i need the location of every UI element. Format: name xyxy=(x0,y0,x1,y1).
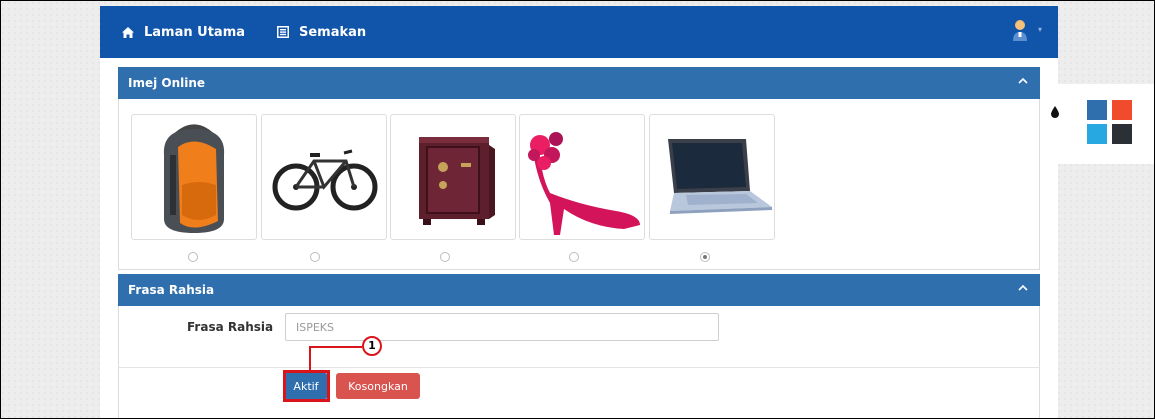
activate-button[interactable]: Aktif xyxy=(284,373,328,399)
radio-high-heel[interactable] xyxy=(569,252,579,262)
chevron-up-icon[interactable] xyxy=(1018,284,1028,291)
radio-bicycle[interactable] xyxy=(310,252,320,262)
list-icon xyxy=(277,26,289,38)
high-heel-image xyxy=(528,132,640,235)
callout-line-horizontal xyxy=(309,346,362,348)
laptop-image xyxy=(668,139,772,214)
safe-image xyxy=(419,137,495,225)
user-menu-caret-icon[interactable]: ▾ xyxy=(1038,25,1042,34)
user-icon xyxy=(1013,20,1027,41)
radio-safe[interactable] xyxy=(440,252,450,262)
theme-swatch-3[interactable] xyxy=(1087,124,1107,144)
page-container: Laman Utama Semakan ▾ Imej Online Frasa … xyxy=(100,6,1058,419)
phrase-panel-title: Frasa Rahsia xyxy=(128,283,215,297)
nav-check-label: Semakan xyxy=(299,24,367,40)
image-panel-title: Imej Online xyxy=(128,76,206,90)
theme-swatch-1[interactable] xyxy=(1087,100,1107,120)
form-actions-area xyxy=(118,367,1040,419)
image-panel-header[interactable]: Imej Online xyxy=(118,67,1040,99)
phrase-panel-header[interactable]: Frasa Rahsia xyxy=(118,274,1040,306)
callout-number-badge: 1 xyxy=(362,336,382,356)
radio-backpack[interactable] xyxy=(188,252,198,262)
callout-line-vertical xyxy=(309,346,311,371)
backpack-image xyxy=(163,124,225,233)
nav-check[interactable]: Semakan xyxy=(277,23,366,41)
image-high-heel[interactable] xyxy=(519,114,645,240)
chevron-up-icon[interactable] xyxy=(1018,77,1028,84)
nav-home[interactable]: Laman Utama xyxy=(122,23,245,41)
home-icon xyxy=(122,26,134,38)
bicycle-image xyxy=(272,149,378,211)
nav-home-label: Laman Utama xyxy=(144,24,246,40)
phrase-input[interactable] xyxy=(285,313,719,341)
theme-swatch-2[interactable] xyxy=(1112,100,1132,120)
radio-laptop[interactable] xyxy=(700,252,710,262)
image-bicycle[interactable] xyxy=(261,114,387,240)
image-laptop[interactable] xyxy=(649,114,775,240)
clear-button[interactable]: Kosongkan xyxy=(336,373,420,399)
theme-color-widget xyxy=(1040,84,1155,164)
phrase-field-label: Frasa Rahsia xyxy=(187,320,274,334)
color-drop-icon[interactable] xyxy=(1051,106,1059,118)
image-safe[interactable] xyxy=(390,114,516,240)
image-backpack[interactable] xyxy=(131,114,257,240)
top-navbar: Laman Utama Semakan ▾ xyxy=(100,6,1058,58)
user-avatar[interactable] xyxy=(1012,19,1028,41)
theme-swatch-4[interactable] xyxy=(1112,124,1132,144)
